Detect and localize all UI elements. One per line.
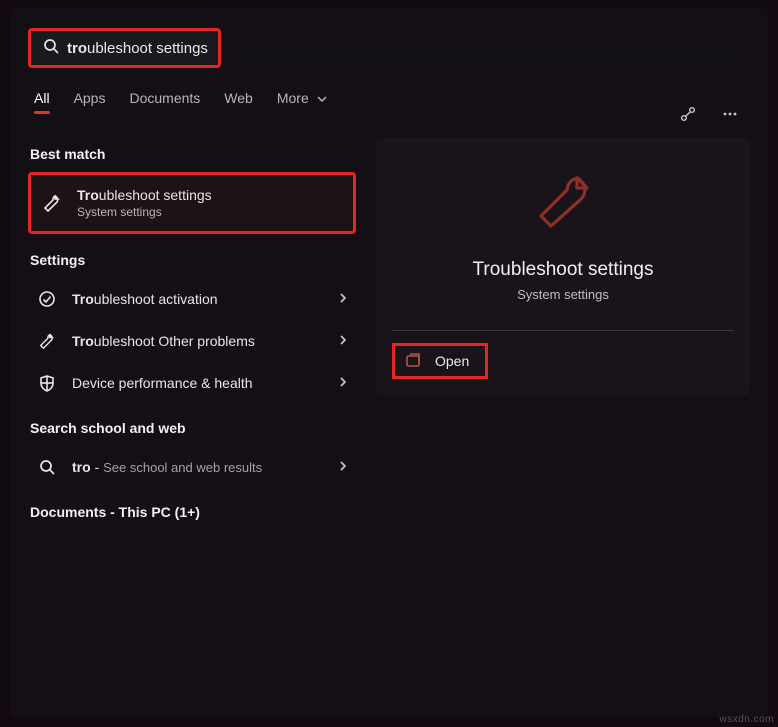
chevron-right-icon [338,332,348,350]
network-icon[interactable] [674,100,702,128]
section-documents: Documents - This PC (1+) [30,504,356,520]
chevron-down-icon [317,94,327,104]
tab-apps[interactable]: Apps [74,90,106,112]
search-query-text: troubleshoot settings [67,40,208,57]
section-settings: Settings [30,252,356,268]
watermark: wsxdn.com [719,714,774,725]
best-match-subtitle: System settings [77,205,212,219]
tab-more[interactable]: More [277,90,327,112]
tab-documents[interactable]: Documents [129,90,200,112]
section-search-web: Search school and web [30,420,356,436]
tab-all[interactable]: All [34,90,50,112]
search-icon [43,38,67,59]
section-best-match: Best match [30,146,356,162]
chevron-right-icon [338,458,348,476]
chevron-right-icon [338,374,348,392]
result-device-health[interactable]: Device performance & health [28,362,356,404]
result-web-search[interactable]: tro - See school and web results [28,446,356,488]
wrench-large-icon [531,168,595,237]
preview-subtitle: System settings [517,287,609,302]
open-icon [405,353,421,369]
check-circle-icon [36,290,58,308]
search-input-bg [228,38,742,78]
search-input[interactable]: troubleshoot settings [28,28,221,68]
divider [392,330,734,331]
wrench-icon [41,193,63,213]
search-panel: troubleshoot settings All Apps Documents… [10,8,768,717]
chevron-right-icon [338,290,348,308]
best-match-title: Troubleshoot settings [77,187,212,203]
preview-title: Troubleshoot settings [473,259,654,281]
search-icon [36,459,58,475]
overflow-menu-icon[interactable] [716,100,744,128]
result-troubleshoot-activation[interactable]: Troubleshoot activation [28,278,356,320]
best-match-item[interactable]: Troubleshoot settings System settings [28,172,356,234]
results-column: Best match Troubleshoot settings System … [28,140,356,530]
filter-tabs: All Apps Documents Web More [28,90,750,112]
result-troubleshoot-other[interactable]: Troubleshoot Other problems [28,320,356,362]
preview-pane: Troubleshoot settings System settings Op… [376,138,750,395]
wrench-icon [36,332,58,350]
shield-icon [36,374,58,392]
open-button[interactable]: Open [392,343,488,379]
tab-web[interactable]: Web [224,90,253,112]
